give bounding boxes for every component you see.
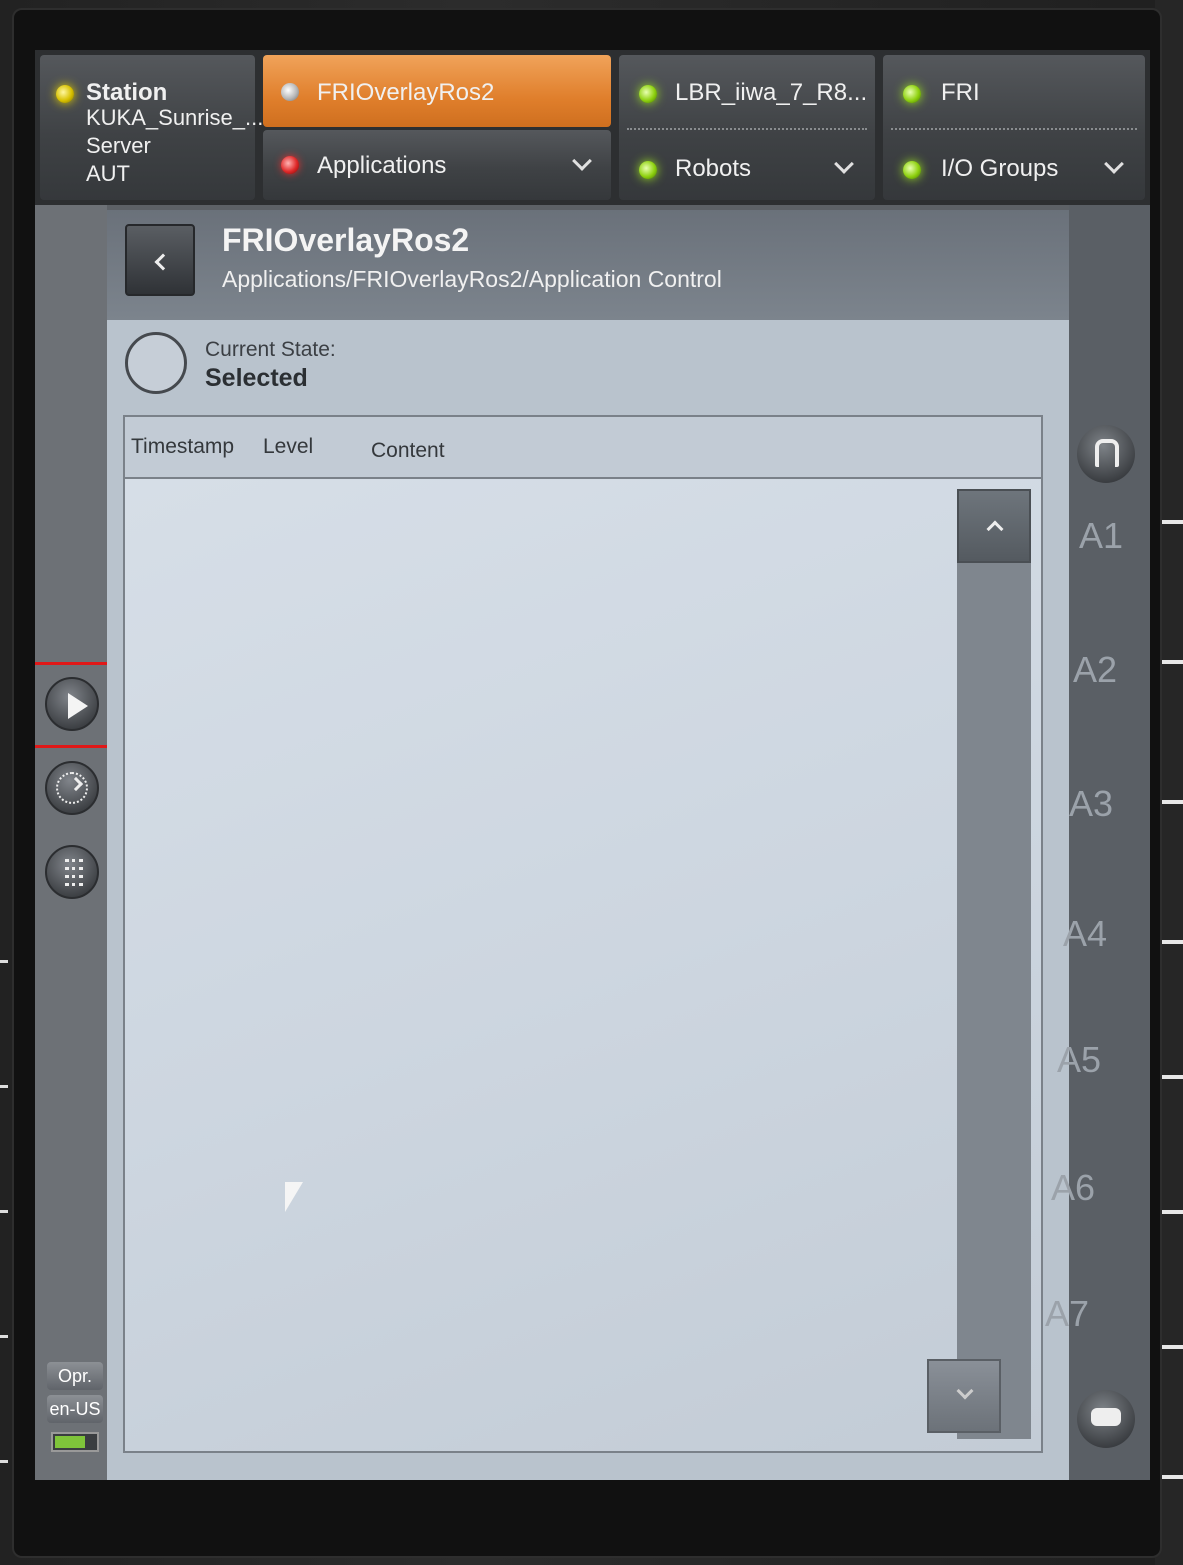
robot-tab-label: LBR_iiwa_7_R8...	[675, 79, 868, 106]
io-groups-status-led	[903, 161, 921, 179]
robot-status-led	[639, 85, 657, 103]
axis-a4-label[interactable]: A4	[1063, 913, 1107, 955]
back-button[interactable]	[125, 224, 195, 296]
axis-jog-bar: A1 A2 A3 A4 A5 A6 A7	[1045, 205, 1150, 1480]
robots-status-led	[639, 161, 657, 179]
applications-status-led	[281, 156, 299, 174]
tab-divider	[891, 128, 1137, 130]
applications-tab-label: Applications	[317, 152, 447, 179]
axis-a7-label[interactable]: A7	[1045, 1293, 1089, 1335]
screen: Station KUKA_Sunrise_... Server AUT FRIO…	[35, 50, 1150, 1480]
axis-a1-label[interactable]: A1	[1079, 515, 1123, 557]
chevron-down-icon	[1104, 154, 1124, 174]
io-groups-tab-label: I/O Groups	[941, 155, 1059, 182]
operator-mode-badge[interactable]: Opr.	[47, 1362, 103, 1390]
highlight-box	[35, 662, 118, 748]
mouse-cursor-icon	[285, 1182, 303, 1212]
log-table-body[interactable]	[125, 479, 1041, 1451]
chevron-up-icon	[986, 520, 1004, 538]
list-icon-line	[65, 875, 83, 878]
station-server: Server	[86, 133, 151, 158]
pendant-device: Station KUKA_Sunrise_... Server AUT FRIO…	[0, 0, 1183, 1565]
robot-jog-icon[interactable]	[1077, 425, 1135, 483]
tab-divider	[627, 128, 867, 130]
app-tab[interactable]: FRIOverlayRos2	[263, 55, 611, 127]
app-tab-label: FRIOverlayRos2	[317, 79, 495, 106]
axis-a3-label[interactable]: A3	[1069, 783, 1113, 825]
fri-tab-label: FRI	[941, 79, 980, 106]
fri-tab[interactable]: FRI I/O Groups	[883, 55, 1145, 200]
back-arrow-icon	[154, 253, 172, 271]
axis-a5-label[interactable]: A5	[1057, 1039, 1101, 1081]
app-status-led	[281, 83, 299, 101]
scroll-down-button[interactable]	[927, 1359, 1001, 1433]
list-icon-line	[65, 883, 83, 886]
applications-tab[interactable]: Applications	[263, 130, 611, 200]
station-status-led	[56, 85, 74, 103]
column-header-timestamp[interactable]: Timestamp	[131, 435, 234, 459]
language-badge[interactable]: en-US	[47, 1395, 103, 1423]
hand-guiding-icon[interactable]	[1077, 1390, 1135, 1448]
robots-tab-label: Robots	[675, 155, 752, 182]
column-header-content[interactable]: Content	[371, 439, 445, 463]
fri-status-led	[903, 85, 921, 103]
log-table-header: Timestamp Level Content	[125, 417, 1041, 479]
scroll-up-button[interactable]	[957, 489, 1031, 563]
clock-button[interactable]	[45, 761, 99, 815]
chevron-down-icon	[834, 154, 854, 174]
station-label: Station	[86, 79, 168, 106]
station-tile[interactable]: Station KUKA_Sunrise_... Server AUT	[40, 55, 263, 200]
vertical-scrollbar[interactable]	[927, 489, 1031, 1439]
column-header-level[interactable]: Level	[263, 435, 313, 459]
station-name: KUKA_Sunrise_...	[86, 105, 264, 130]
chevron-down-icon	[572, 151, 592, 171]
state-indicator	[125, 332, 187, 394]
current-state-value: Selected	[205, 364, 308, 392]
top-navigation-bar: Station KUKA_Sunrise_... Server AUT FRIO…	[35, 50, 1150, 205]
list-button[interactable]	[45, 845, 99, 899]
log-table: Timestamp Level Content	[123, 415, 1043, 1453]
list-icon-line	[65, 867, 83, 870]
page-title: FRIOverlayRos2	[222, 222, 470, 258]
station-mode: AUT	[86, 161, 130, 186]
battery-icon	[51, 1432, 99, 1452]
current-state-label: Current State:	[205, 338, 336, 361]
application-control-panel: FRIOverlayRos2 Applications/FRIOverlayRo…	[107, 210, 1069, 1480]
axis-a2-label[interactable]: A2	[1073, 649, 1117, 691]
chevron-down-icon	[956, 1382, 974, 1400]
breadcrumb: Applications/FRIOverlayRos2/Application …	[222, 266, 722, 292]
robot-tab[interactable]: LBR_iiwa_7_R8... Robots	[619, 55, 875, 200]
axis-a6-label[interactable]: A6	[1051, 1167, 1095, 1209]
panel-header: FRIOverlayRos2 Applications/FRIOverlayRo…	[107, 210, 1069, 320]
left-sidebar: Opr. en-US	[35, 205, 118, 1480]
list-icon	[65, 859, 83, 862]
